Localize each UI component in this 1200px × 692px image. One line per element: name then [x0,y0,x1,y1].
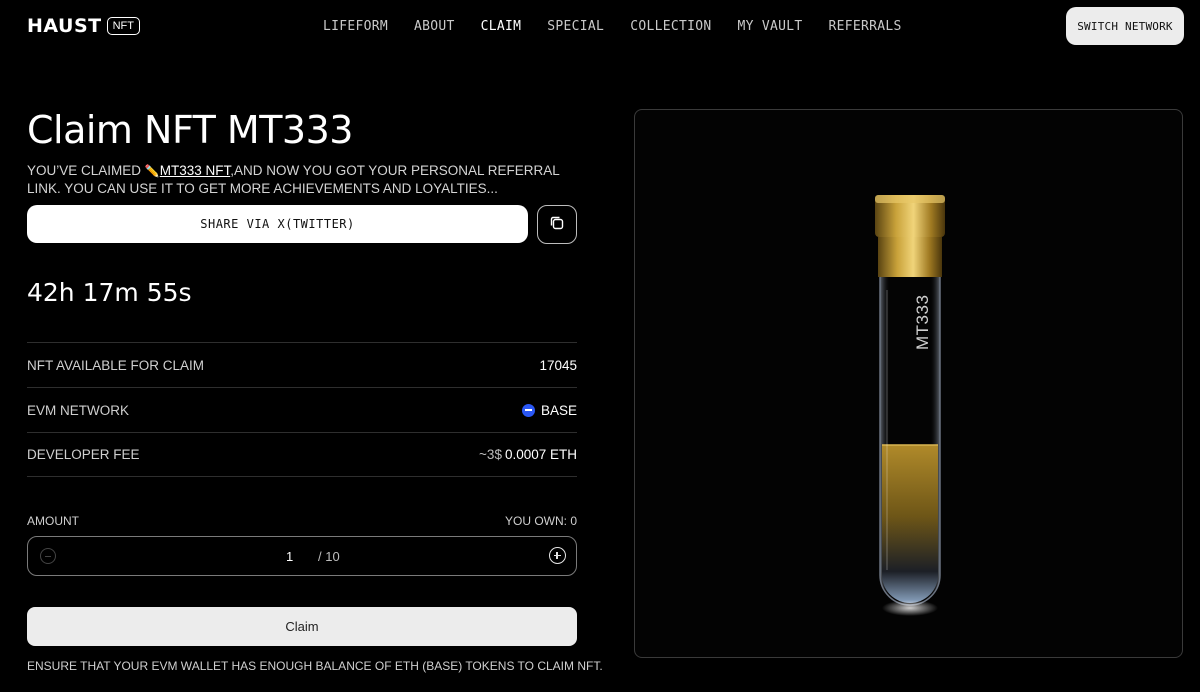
network-value: BASE [540,402,577,418]
desc-prefix: YOU’VE CLAIMED [27,163,145,178]
nav-claim[interactable]: CLAIM [481,19,522,34]
mt333-nft-link[interactable]: MT333 NFT [160,163,231,178]
detail-row-available: NFT AVAILABLE FOR CLAIM 17045 [27,342,577,387]
decrement-icon[interactable] [40,548,56,564]
network-value-wrap: BASE [521,402,577,418]
amount-label: AMOUNT [27,514,79,528]
base-network-icon [521,403,535,417]
network-label: EVM NETWORK [27,402,130,418]
quantity-stepper: 1 / 10 [27,536,577,576]
countdown-timer: 42h 17m 55s [27,278,192,307]
top-nav-bar: HAUST NFT LIFEFORM ABOUT CLAIM SPECIAL C… [0,0,1200,52]
quantity-value[interactable]: 1 [286,549,293,564]
nav-referrals[interactable]: REFERRALS [828,19,901,34]
main-nav: LIFEFORM ABOUT CLAIM SPECIAL COLLECTION … [323,19,928,34]
detail-row-fee: DEVELOPER FEE ~3$ 0.0007 ETH [27,432,577,477]
share-twitter-button[interactable]: SHARE VIA X(TWITTER) [27,205,528,243]
fee-usd: ~3$ [479,447,502,462]
nav-collection[interactable]: COLLECTION [630,19,711,34]
claim-button[interactable]: Claim [27,607,577,646]
copy-icon [549,215,565,234]
nav-special[interactable]: SPECIAL [547,19,604,34]
copy-link-button[interactable] [537,205,577,244]
fee-value-wrap: ~3$ 0.0007 ETH [479,447,577,462]
haust-logo[interactable]: HAUST NFT [27,15,140,37]
increment-icon[interactable] [549,547,566,564]
tube-label: MT333 [913,294,932,350]
you-own-label: YOU OWN: 0 [504,514,577,528]
claim-details: NFT AVAILABLE FOR CLAIM 17045 EVM NETWOR… [27,342,577,477]
available-value: 17045 [539,357,577,373]
balance-note: ENSURE THAT YOUR EVM WALLET HAS ENOUGH B… [27,659,603,673]
fee-eth: 0.0007 ETH [504,447,577,462]
detail-row-network: EVM NETWORK BASE [27,387,577,432]
fee-label: DEVELOPER FEE [27,447,140,462]
switch-network-button[interactable]: SWITCH NETWORK [1066,7,1184,45]
nav-about[interactable]: ABOUT [414,19,455,34]
pencil-icon: ✏️ [144,164,160,178]
test-tube-image: MT333 [865,190,955,620]
page-title: Claim NFT MT333 [27,108,353,152]
nft-artwork-panel: MT333 [634,109,1183,658]
nav-lifeform[interactable]: LIFEFORM [323,19,388,34]
available-label: NFT AVAILABLE FOR CLAIM [27,357,205,373]
quantity-max: / 10 [318,549,340,564]
logo-text: HAUST [27,15,102,37]
logo-nft-badge: NFT [106,17,140,35]
claim-description: YOU’VE CLAIMED ✏️MT333 NFT,AND NOW YOU G… [27,162,587,197]
nav-my-vault[interactable]: MY VAULT [737,19,802,34]
